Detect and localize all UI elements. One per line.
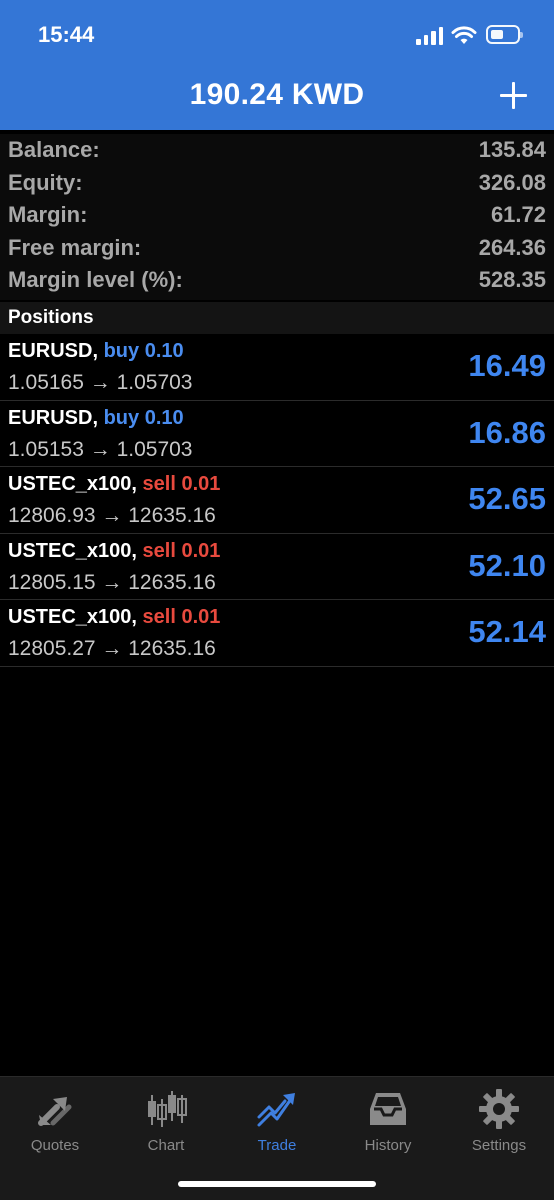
tab-label: Chart — [147, 1137, 185, 1154]
tab-label: Settings — [471, 1137, 527, 1154]
tab-quotes[interactable]: Quotes — [0, 1087, 110, 1157]
summary-row-free-margin: Free margin: 264.36 — [0, 232, 554, 265]
candlestick-chart-icon — [148, 1091, 187, 1127]
position-profit: 52.10 — [468, 547, 546, 583]
position-prices: 1.05153 → 1.05703 — [8, 437, 193, 461]
plus-icon[interactable] — [498, 80, 530, 112]
position-symbol: EURUSD, — [8, 406, 99, 429]
account-summary: Balance: 135.84 Equity: 326.08 Margin: 6… — [0, 134, 554, 300]
summary-label: Margin: — [8, 202, 88, 228]
summary-label: Margin level (%): — [8, 267, 183, 293]
position-profit: 16.86 — [468, 414, 546, 450]
position-row[interactable]: USTEC_x100, sell 0.01 12805.15 → 12635.1… — [0, 534, 554, 600]
position-symbol: USTEC_x100, — [8, 539, 137, 562]
summary-value: 528.35 — [478, 267, 546, 293]
position-prices: 12805.27 → 12635.16 — [8, 637, 216, 660]
position-prices: 12805.15 → 12635.16 — [8, 570, 216, 594]
summary-label: Free margin: — [8, 234, 142, 260]
tab-label: History — [364, 1137, 412, 1154]
tab-label: Quotes — [30, 1137, 80, 1154]
position-row[interactable]: EURUSD, buy 0.10 1.05165 → 1.05703 16.49 — [0, 334, 554, 401]
position-symbol: EURUSD, — [8, 340, 99, 362]
position-prices: 12806.93 → 12635.16 — [8, 504, 216, 527]
summary-row-margin-level: Margin level (%): 528.35 — [0, 264, 554, 297]
summary-value: 264.36 — [478, 234, 546, 260]
battery-icon — [486, 25, 523, 44]
position-profit: 52.65 — [468, 481, 546, 516]
home-indicator — [178, 1181, 376, 1187]
summary-label: Equity: — [8, 169, 83, 195]
tab-label: Trade — [257, 1137, 297, 1154]
position-prices: 1.05165 → 1.05703 — [8, 371, 193, 394]
status-time: 15:44 — [38, 22, 95, 47]
account-balance-title: 190.24 KWD — [189, 78, 365, 111]
position-row[interactable]: USTEC_x100, sell 0.01 12806.93 → 12635.1… — [0, 467, 554, 534]
positions-list: EURUSD, buy 0.10 1.05165 → 1.05703 16.49… — [0, 334, 554, 667]
summary-row-margin: Margin: 61.72 — [0, 199, 554, 232]
quotes-arrows-icon — [38, 1097, 72, 1126]
app-header: 15:44 190.24 KWD — [0, 0, 554, 130]
tab-settings[interactable]: Settings — [444, 1087, 554, 1157]
position-side: buy 0.10 — [103, 406, 184, 429]
position-side: sell 0.01 — [142, 539, 221, 562]
cellular-signal-icon — [416, 27, 444, 45]
inbox-history-icon — [370, 1093, 406, 1125]
gear-icon — [479, 1089, 519, 1129]
position-row[interactable]: USTEC_x100, sell 0.01 12805.27 → 12635.1… — [0, 600, 554, 667]
summary-row-balance: Balance: 135.84 — [0, 134, 554, 167]
position-symbol: USTEC_x100, — [8, 473, 137, 495]
summary-label: Balance: — [8, 137, 100, 163]
position-side: buy 0.10 — [103, 340, 184, 362]
position-symbol: USTEC_x100, — [8, 606, 137, 628]
position-side: sell 0.01 — [142, 473, 221, 495]
position-profit: 52.14 — [468, 614, 546, 649]
summary-value: 326.08 — [478, 169, 546, 195]
tab-chart[interactable]: Chart — [111, 1087, 221, 1157]
position-side: sell 0.01 — [142, 606, 221, 628]
tab-trade[interactable]: Trade — [222, 1087, 332, 1157]
trade-trend-icon — [257, 1093, 295, 1127]
summary-row-equity: Equity: 326.08 — [0, 167, 554, 200]
wifi-icon — [451, 26, 477, 44]
status-icons — [416, 24, 528, 46]
position-profit: 16.49 — [468, 348, 546, 383]
summary-value: 135.84 — [478, 137, 546, 163]
position-row[interactable]: EURUSD, buy 0.10 1.05153 → 1.05703 16.86 — [0, 401, 554, 467]
positions-section-header: Positions — [0, 302, 554, 334]
tab-history[interactable]: History — [333, 1087, 443, 1157]
summary-value: 61.72 — [490, 202, 546, 228]
